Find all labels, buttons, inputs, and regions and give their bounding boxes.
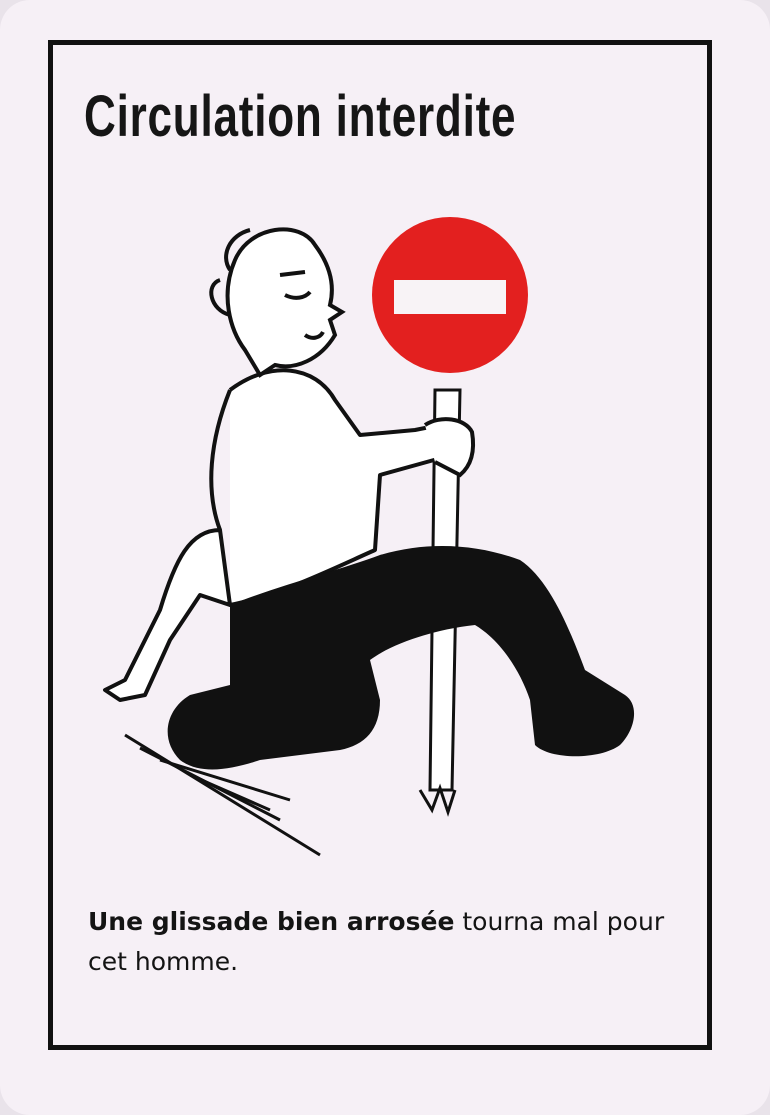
man-head (209, 227, 346, 378)
card-title: Circulation interdite (84, 84, 517, 149)
card-caption: Une glissade bien arrosée tourna mal pou… (88, 902, 688, 982)
game-card: Circulation interdite Une glissade bien … (0, 0, 770, 1115)
man-hand (423, 417, 476, 478)
illustration-man-no-entry-sign (103, 217, 635, 857)
no-entry-sign-icon (372, 217, 528, 373)
caption-bold: Une glissade bien arrosée (88, 907, 455, 936)
